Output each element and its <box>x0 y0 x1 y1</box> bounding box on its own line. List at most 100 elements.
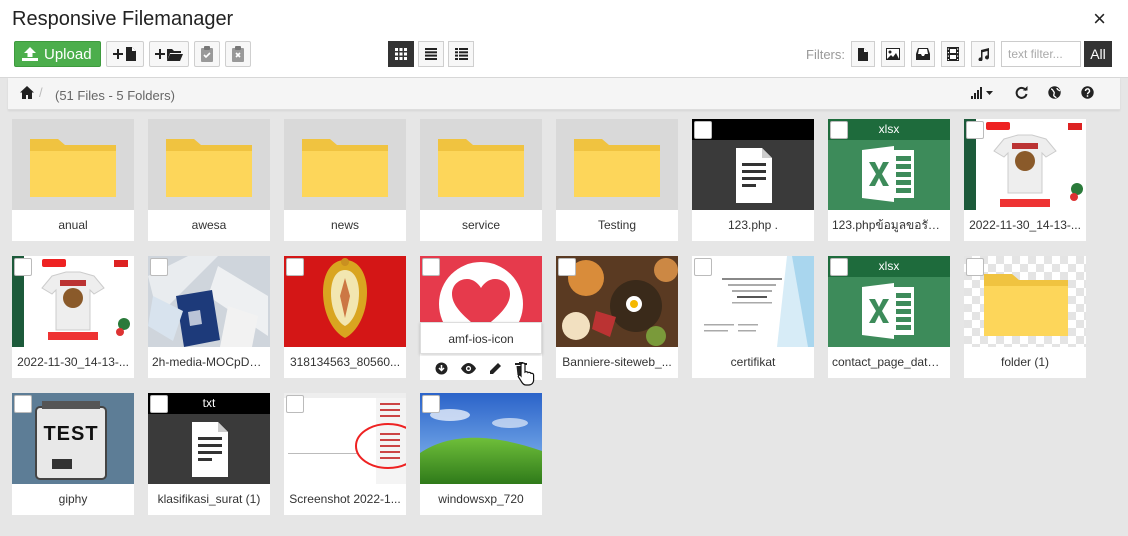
clipboard-check-icon <box>200 46 213 62</box>
signal-sort-icon <box>971 86 993 99</box>
image-tile[interactable]: 318134563_80560... <box>284 256 406 378</box>
select-checkbox[interactable] <box>150 258 168 276</box>
image-tile[interactable]: Screenshot 2022-1... <box>284 393 406 515</box>
select-checkbox[interactable] <box>286 258 304 276</box>
file-tile[interactable]: txt klasifikasi_surat (1) <box>148 393 270 515</box>
view-switcher <box>388 41 478 67</box>
inbox-icon <box>916 48 930 60</box>
image-tile[interactable]: windowsxp_720 <box>420 393 542 515</box>
upload-button[interactable]: Upload <box>14 41 101 67</box>
sort-button[interactable] <box>971 86 995 99</box>
breadcrumb: / (51 Files - 5 Folders) <box>8 78 1120 110</box>
image-tile[interactable]: 2022-11-30_14-13-... <box>964 119 1086 241</box>
filter-music-button[interactable] <box>971 41 995 67</box>
new-file-button[interactable] <box>105 41 144 67</box>
folder-icon <box>302 139 388 197</box>
help-button[interactable] <box>1081 86 1094 99</box>
film-icon <box>947 47 959 61</box>
tile-name: Screenshot 2022-1... <box>289 492 401 506</box>
select-checkbox[interactable] <box>14 395 32 413</box>
folder-tile[interactable]: news <box>284 119 406 241</box>
tile-name: 2022-11-30_14-13-... <box>17 355 129 369</box>
download-button[interactable] <box>435 362 448 375</box>
breadcrumb-separator: / <box>39 85 43 100</box>
filter-all-button[interactable]: All <box>1084 41 1112 67</box>
paste-button[interactable] <box>193 41 220 67</box>
language-button[interactable] <box>1048 86 1061 99</box>
image-tile[interactable]: 2h-media-MOCpD7... <box>148 256 270 378</box>
table-icon <box>454 48 468 60</box>
pointer-cursor-icon <box>517 362 535 386</box>
music-icon <box>978 47 989 61</box>
close-icon[interactable]: × <box>1093 8 1106 30</box>
file-tile[interactable]: 123.php . <box>692 119 814 241</box>
tile-name: service <box>461 218 500 232</box>
upload-icon <box>22 47 38 61</box>
grid-view-button[interactable] <box>388 41 414 67</box>
select-checkbox[interactable] <box>558 258 576 276</box>
folder-tile[interactable]: anual <box>12 119 134 241</box>
tile-name: Testing <box>597 218 637 232</box>
select-checkbox[interactable] <box>966 121 984 139</box>
sign-text: TEST <box>43 423 99 445</box>
tile-name: anual <box>58 218 88 232</box>
folder-thumb <box>148 119 270 210</box>
globe-icon <box>1048 86 1061 99</box>
file-icon <box>858 47 868 61</box>
tile-name: certifikat <box>730 355 776 369</box>
text-filter-input[interactable] <box>1001 41 1081 67</box>
select-checkbox[interactable] <box>422 258 440 276</box>
image-tile[interactable]: certifikat <box>692 256 814 378</box>
select-checkbox[interactable] <box>14 258 32 276</box>
grid-icon <box>395 48 407 60</box>
filter-files-button[interactable] <box>851 41 875 67</box>
select-checkbox[interactable] <box>830 258 848 276</box>
pencil-icon <box>490 362 502 374</box>
file-tile[interactable]: xlsx 123.phpข้อมูลขอรับรอง <box>828 119 950 241</box>
breadcrumb-actions <box>951 86 1094 99</box>
folder-tile[interactable]: Testing <box>556 119 678 241</box>
select-checkbox[interactable] <box>694 121 712 139</box>
folder-thumb <box>12 119 134 210</box>
clear-clipboard-button[interactable] <box>224 41 251 67</box>
folder-thumb <box>284 119 406 210</box>
window-title: Responsive Filemanager <box>12 8 234 30</box>
select-checkbox[interactable] <box>830 121 848 139</box>
filter-archives-button[interactable] <box>911 41 935 67</box>
folder-tile[interactable]: service <box>420 119 542 241</box>
folder-tile[interactable]: awesa <box>148 119 270 241</box>
folder-icon <box>574 139 660 197</box>
filter-videos-button[interactable] <box>941 41 965 67</box>
folder-thumb <box>556 119 678 210</box>
select-checkbox[interactable] <box>150 395 168 413</box>
tile-name: contact_page_data_... <box>832 355 950 369</box>
home-icon[interactable] <box>20 86 34 104</box>
folder-icon <box>30 139 116 197</box>
select-checkbox[interactable] <box>286 395 304 413</box>
select-checkbox[interactable] <box>694 258 712 276</box>
upload-label: Upload <box>44 45 92 63</box>
filter-images-button[interactable] <box>881 41 905 67</box>
select-checkbox[interactable] <box>422 395 440 413</box>
file-tile[interactable]: xlsx contact_page_data_... <box>828 256 950 378</box>
preview-button[interactable] <box>460 362 476 374</box>
tile-name: Banniere-siteweb_... <box>562 355 672 369</box>
popup-file-name: amf-ios-icon <box>420 322 542 354</box>
tile-name: 318134563_80560... <box>289 355 401 369</box>
rename-button[interactable] <box>489 362 502 375</box>
image-tile[interactable]: Banniere-siteweb_... <box>556 256 678 378</box>
download-icon <box>435 362 448 374</box>
image-tile[interactable]: folder (1) <box>964 256 1086 378</box>
list-view-button[interactable] <box>418 41 444 67</box>
question-circle-icon <box>1081 86 1094 99</box>
image-tile[interactable]: TEST giphy <box>12 393 134 515</box>
refresh-icon <box>1015 86 1028 99</box>
image-tile[interactable]: 2022-11-30_14-13-... <box>12 256 134 378</box>
eye-icon <box>460 362 476 374</box>
select-checkbox[interactable] <box>966 258 984 276</box>
columns-view-button[interactable] <box>448 41 474 67</box>
list-icon <box>425 48 437 60</box>
tile-name: windowsxp_720 <box>438 492 524 506</box>
refresh-button[interactable] <box>1015 86 1028 99</box>
new-folder-button[interactable] <box>148 41 189 67</box>
